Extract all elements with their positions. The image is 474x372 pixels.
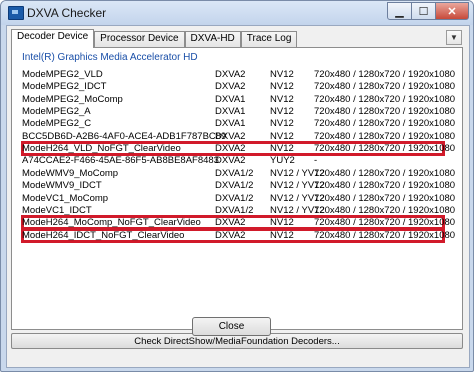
chevron-down-icon: ▼: [450, 33, 458, 42]
decoder-mode: ModeWMV9_IDCT: [22, 180, 102, 192]
decoder-api: DXVA1: [215, 106, 246, 118]
decoder-row[interactable]: ModeMPEG2_C DXVA1 NV12 720x480 / 1280x720 /…: [22, 118, 456, 130]
decoder-resolution: 720x480 / 1280x720 / 1920x1080: [314, 69, 456, 80]
tab-dxva-hd[interactable]: DXVA-HD: [184, 31, 241, 48]
decoder-format: NV12: [270, 81, 294, 93]
decoder-row[interactable]: A74CCAE2-F466-45AE-86F5-AB8BE8AF8483 DXVA…: [22, 155, 452, 167]
decoder-format: NV12: [270, 229, 294, 241]
decoder-api: DXVA2: [215, 229, 246, 241]
decoder-api: DXVA1/2: [215, 192, 254, 204]
decoder-row[interactable]: ModeWMV9_MoComp DXVA1/2 NV12 / YV12 720x480…: [22, 167, 456, 180]
decoder-resolution: 720x480 / 1280x720 / 1920x1080: [314, 118, 456, 130]
decoder-api: DXVA2: [215, 69, 246, 80]
decoder-resolution: 720x480 / 1280x720 / 1920x1080: [314, 106, 456, 118]
close-button[interactable]: Close: [192, 317, 271, 336]
tab-decoder-device[interactable]: Decoder Device: [11, 29, 95, 48]
tab-trace-log[interactable]: Trace Log: [240, 31, 298, 48]
decoder-mode: ModeMPEG2_MoComp: [22, 93, 123, 105]
decoder-row[interactable]: ModeMPEG2_VLD DXVA2 NV12 720x480 / 1280x720…: [22, 69, 456, 81]
decoder-row[interactable]: ModeVC1_MoComp DXVA1/2 NV12 / YV12 720x480 …: [22, 192, 456, 205]
decoder-mode: ModeMPEG2_C: [22, 118, 92, 130]
decoder-mode: ModeH264_VLD_NoFGT_ClearVideo: [22, 143, 181, 155]
decoder-row[interactable]: ModeWMV9_IDCT DXVA1/2 NV12 / YV12 720x480 /…: [22, 180, 456, 192]
decoder-api: DXVA2: [215, 155, 246, 167]
decoder-resolution: 720x480 / 1280x720 / 1920x1080: [314, 180, 456, 192]
decoder-format: NV12: [270, 217, 294, 229]
minimize-button[interactable]: ▁: [387, 2, 412, 20]
decoder-format: NV12: [270, 143, 294, 155]
decoder-mode: ModeWMV9_MoComp: [22, 167, 119, 179]
decoder-resolution: 720x480 / 1280x720 / 1920x1080: [314, 130, 456, 142]
decoder-resolution: 720x480 / 1280x720 / 1920x1080: [314, 143, 456, 155]
decoder-api: DXVA1/2: [215, 204, 254, 216]
decoder-format: YUY2: [270, 155, 295, 167]
tab-processor-device[interactable]: Processor Device: [94, 31, 185, 48]
decoder-row[interactable]: ModeH264_VLD_NoFGT_ClearVideo DXVA2 NV12 72…: [22, 143, 456, 155]
device-name: Intel(R) Graphics Media Accelerator HD: [22, 52, 198, 63]
decoder-mode: A74CCAE2-F466-45AE-86F5-AB8BE8AF8483: [22, 155, 219, 167]
decoder-mode: ModeH264_MoComp_NoFGT_ClearVideo: [22, 217, 201, 229]
tab-dropdown-button[interactable]: ▼: [446, 30, 462, 45]
decoder-mode: BCC5DB6D-A2B6-4AF0-ACE4-ADB1F787BC89: [22, 130, 227, 142]
decoder-resolution: 720x480 / 1280x720 / 1920x1080: [314, 167, 456, 179]
decoder-resolution: 720x480 / 1280x720 / 1920x1080: [314, 204, 456, 216]
decoder-api: DXVA1/2: [215, 180, 254, 192]
decoder-device-panel: Intel(R) Graphics Media Accelerator HD M…: [11, 47, 463, 330]
decoder-api: DXVA1: [215, 118, 246, 130]
decoder-format: NV12: [270, 69, 294, 80]
decoder-format: NV12: [270, 106, 294, 118]
decoder-mode: ModeMPEG2_IDCT: [22, 81, 107, 93]
title-bar[interactable]: DXVA Checker ▁ ☐ ✕: [1, 1, 473, 25]
app-icon: [8, 6, 24, 20]
close-icon: ✕: [447, 5, 457, 18]
decoder-api: DXVA2: [215, 217, 246, 229]
decoder-format: NV12: [270, 118, 294, 130]
decoder-resolution: 720x480 / 1280x720 / 1920x1080: [314, 192, 456, 204]
decoder-api: DXVA2: [215, 143, 246, 155]
decoder-row[interactable]: ModeMPEG2_MoComp DXVA1 NV12 720x480 / 1280x…: [22, 93, 456, 106]
decoder-api: DXVA1: [215, 93, 246, 105]
decoder-mode: ModeVC1_IDCT: [22, 204, 92, 216]
decoder-resolution: 720x480 / 1280x720 / 1920x1080: [314, 93, 456, 105]
decoder-format: NV12: [270, 130, 294, 142]
tab-strip: Decoder Device Processor Device DXVA-HD …: [11, 29, 298, 48]
decoder-row[interactable]: ModeMPEG2_IDCT DXVA2 NV12 720x480 / 1280x72…: [22, 81, 456, 93]
decoder-resolution: 720x480 / 1280x720 / 1920x1080: [314, 81, 456, 93]
maximize-button[interactable]: ☐: [411, 2, 436, 20]
close-window-button[interactable]: ✕: [435, 2, 469, 20]
minimize-icon: ▁: [395, 5, 404, 18]
decoder-row[interactable]: ModeMPEG2_A DXVA1 NV12 720x480 / 1280x720 /…: [22, 106, 456, 118]
decoder-mode: ModeH264_IDCT_NoFGT_ClearVideo: [22, 229, 185, 241]
decoder-resolution: 720x480 / 1280x720 / 1920x1080: [314, 217, 456, 229]
decoder-resolution: 720x480 / 1280x720 / 1920x1080: [314, 229, 456, 241]
decoder-api: DXVA2: [215, 130, 246, 142]
decoder-api: DXVA1/2: [215, 167, 254, 179]
decoder-mode: ModeMPEG2_A: [22, 106, 91, 118]
decoder-mode: ModeVC1_MoComp: [22, 192, 109, 204]
maximize-icon: ☐: [418, 5, 429, 18]
window-title: DXVA Checker: [27, 6, 107, 20]
decoder-format: NV12: [270, 93, 294, 105]
decoder-api: DXVA2: [215, 81, 246, 93]
dxva-checker-window: DXVA Checker ▁ ☐ ✕ Decoder Device Proces…: [0, 0, 474, 372]
decoder-mode: ModeMPEG2_VLD: [22, 69, 103, 80]
decoder-resolution: -: [314, 155, 318, 167]
decoder-row[interactable]: ModeH264_IDCT_NoFGT_ClearVideo DXVA2 NV12 7…: [22, 229, 456, 242]
